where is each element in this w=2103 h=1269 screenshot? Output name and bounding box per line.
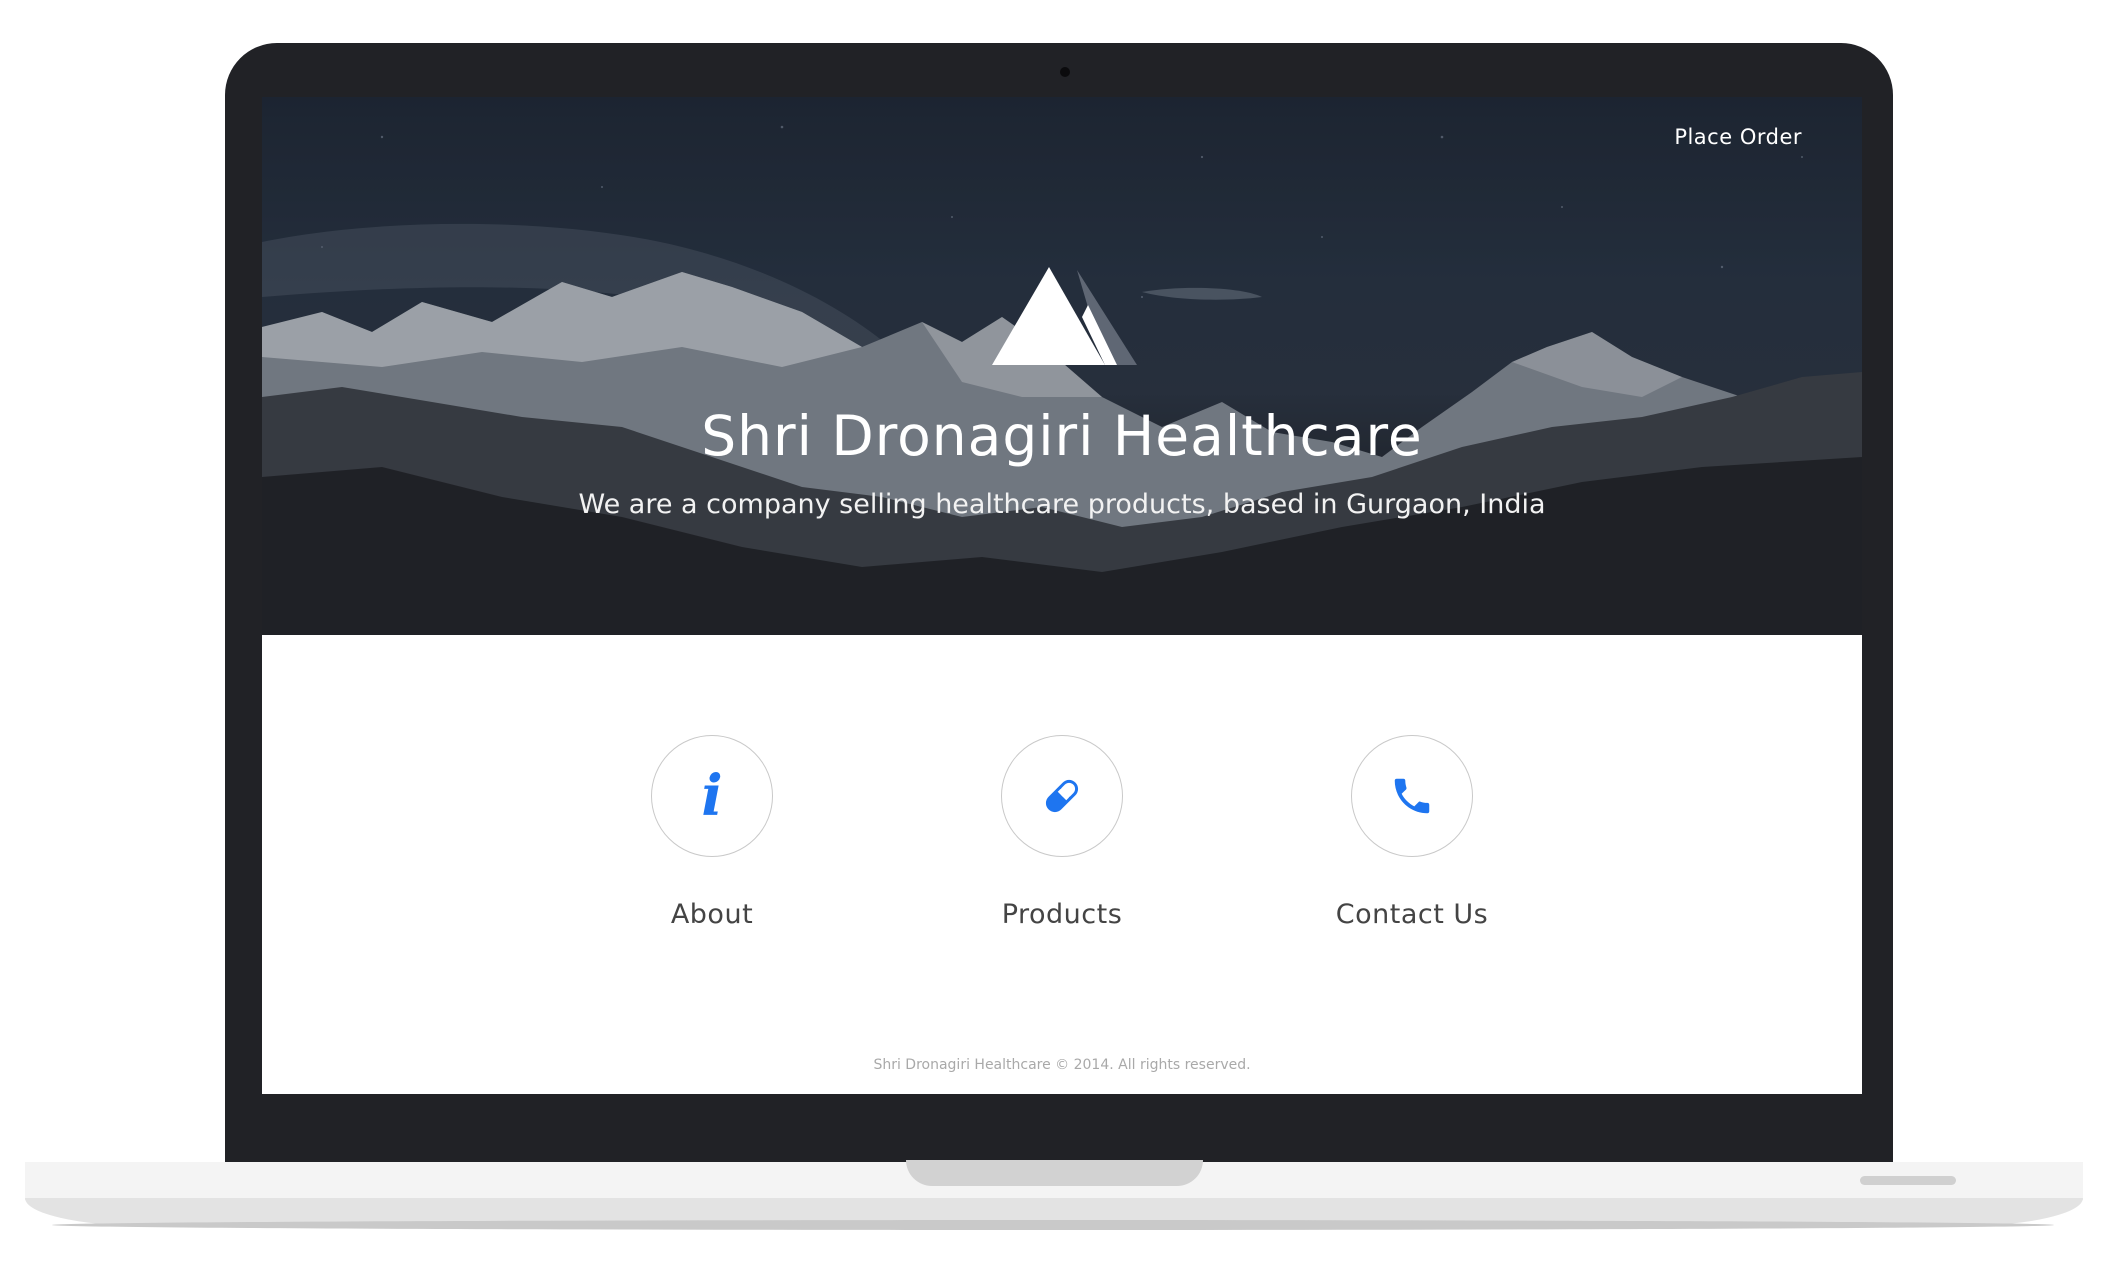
- site-tagline: We are a company selling healthcare prod…: [578, 489, 1546, 520]
- products-label[interactable]: Products: [942, 899, 1182, 930]
- about-label[interactable]: About: [592, 899, 832, 930]
- contact-card[interactable]: Contact Us: [1292, 735, 1532, 930]
- place-order-link[interactable]: Place Order: [1674, 125, 1802, 149]
- mountain-logo-icon: [992, 267, 1137, 365]
- pill-icon: [1002, 736, 1122, 856]
- hero-banner: Place Order Shri Dronagiri Healthcare We…: [262, 97, 1862, 635]
- contact-icon-circle[interactable]: [1351, 735, 1473, 857]
- camera-dot: [1060, 67, 1070, 77]
- about-card[interactable]: i About: [592, 735, 832, 930]
- about-icon-circle[interactable]: i: [651, 735, 773, 857]
- phone-icon: [1352, 736, 1472, 856]
- website-screen: Place Order Shri Dronagiri Healthcare We…: [262, 97, 1862, 1094]
- info-icon: i: [701, 763, 723, 829]
- laptop-slot: [1860, 1176, 1956, 1185]
- laptop-shadow: [52, 1220, 2054, 1230]
- laptop-notch: [906, 1160, 1203, 1186]
- site-title: Shri Dronagiri Healthcare: [701, 404, 1423, 468]
- products-icon-circle[interactable]: [1001, 735, 1123, 857]
- features-section: i About Products Contact Us Shri Dronagi…: [262, 635, 1862, 1094]
- products-card[interactable]: Products: [942, 735, 1182, 930]
- contact-label[interactable]: Contact Us: [1292, 899, 1532, 930]
- footer-copyright: Shri Dronagiri Healthcare © 2014. All ri…: [873, 1057, 1251, 1073]
